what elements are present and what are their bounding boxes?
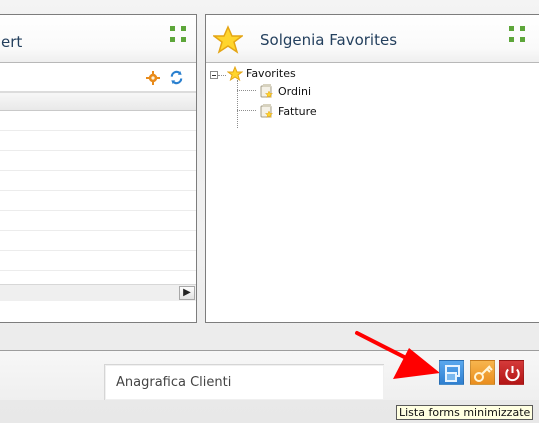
tree-node-ordini[interactable]: Ordini [278,85,311,98]
restore-windows-button[interactable] [439,360,464,385]
grid-row[interactable] [0,151,196,171]
tree-connector [237,90,256,91]
data-grid[interactable]: ▶ [0,92,196,301]
left-panel-header: ert [0,15,196,63]
left-panel: ert ▶ [0,14,197,323]
refresh-icon[interactable] [169,70,184,85]
red-arrow-icon [355,331,440,379]
grid-row[interactable] [0,191,196,211]
scroll-right-arrow-icon[interactable]: ▶ [179,286,195,300]
favorites-header: Solgenia Favorites [206,15,539,63]
resize-icon[interactable] [508,25,526,43]
app-root: ert ▶ Solgenia Favorites Favorites Ordin… [0,0,539,423]
tree-connector [237,110,256,111]
collapse-node-icon[interactable] [210,71,218,79]
restore-windows-icon [445,365,460,382]
grid-row[interactable] [0,231,196,251]
favorites-title: Solgenia Favorites [260,31,398,49]
tooltip: Lista forms minimizzate [396,405,534,420]
favorite-item-icon [260,104,274,119]
tree-connector [218,75,226,76]
favorites-panel: Solgenia Favorites Favorites Ordini Fatt… [205,14,539,323]
grid-row[interactable] [0,111,196,131]
star-icon [213,25,243,54]
left-panel-toolbar [0,63,196,92]
favorites-star-icon [227,66,243,82]
key-icon [474,365,493,382]
power-button[interactable] [499,360,524,385]
tree-node-fatture[interactable]: Fatture [278,105,317,118]
key-button[interactable] [470,360,495,385]
left-panel-title: ert [1,33,23,51]
resize-icon[interactable] [169,25,187,43]
favorites-tree[interactable]: Favorites Ordini Fatture [206,63,539,322]
grid-header [0,92,196,111]
grid-row[interactable] [0,171,196,191]
gear-icon[interactable] [146,71,160,85]
favorite-item-icon [260,84,274,99]
grid-row[interactable] [0,211,196,231]
grid-row[interactable] [0,251,196,271]
minimized-window-title[interactable]: Anagrafica Clienti [116,375,231,390]
tree-node-favorites[interactable]: Favorites [246,67,296,80]
tree-connector [237,80,238,128]
grid-row[interactable] [0,131,196,151]
power-icon [505,366,520,382]
horizontal-scrollbar[interactable]: ▶ [0,284,196,301]
